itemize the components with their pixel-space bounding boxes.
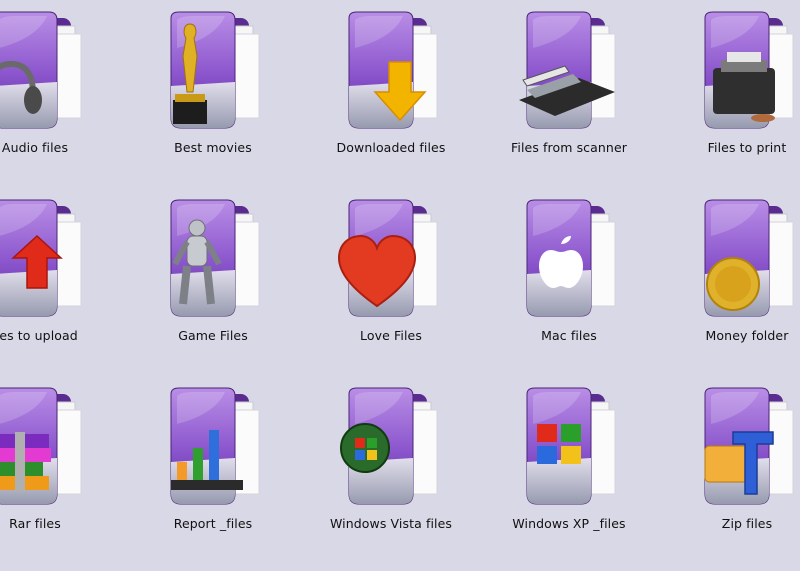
folder-icon	[331, 8, 451, 134]
folder-label: Game Files	[178, 328, 248, 343]
folder-rar-files[interactable]: Rar files	[0, 376, 124, 571]
folder-icon	[0, 8, 95, 134]
folder-icon	[153, 384, 273, 510]
folder-icon	[331, 196, 451, 322]
folder-zip-files[interactable]: Zip files	[658, 376, 800, 571]
folder-windows-vista-files[interactable]: Windows Vista files	[302, 376, 480, 571]
folder-icon	[509, 8, 629, 134]
folder-label: Love Files	[360, 328, 422, 343]
folder-label: Windows XP _files	[512, 516, 626, 531]
folder-icon	[687, 8, 800, 134]
folder-icon	[331, 384, 451, 510]
folder-windows-xp-files[interactable]: Windows XP _files	[480, 376, 658, 571]
folder-icon	[0, 196, 95, 322]
folder-label: Zip files	[721, 516, 773, 531]
folder-files-to-upload[interactable]: iles to upload	[0, 188, 124, 376]
folder-downloaded-files[interactable]: Downloaded files	[302, 0, 480, 188]
folder-icon	[509, 196, 629, 322]
folder-report-files[interactable]: Report _files	[124, 376, 302, 571]
folder-best-movies[interactable]: Best movies	[124, 0, 302, 188]
folder-money-folder[interactable]: Money folder	[658, 188, 800, 376]
folder-label: Money folder	[705, 328, 789, 343]
folder-label: Files to print	[707, 140, 787, 155]
folder-icon	[0, 384, 95, 510]
folder-mac-files[interactable]: Mac files	[480, 188, 658, 376]
folder-icon	[509, 384, 629, 510]
folder-label: iles to upload	[0, 328, 78, 343]
folder-icon	[687, 196, 800, 322]
folder-label: Rar files	[9, 516, 61, 531]
folder-files-from-scanner[interactable]: Files from scanner	[480, 0, 658, 188]
folder-icon	[153, 8, 273, 134]
folder-label: Files from scanner	[511, 140, 627, 155]
icon-grid: Audio files Best movies Downloaded files…	[0, 0, 794, 571]
folder-label: Audio files	[1, 140, 69, 155]
folder-icon	[153, 196, 273, 322]
folder-label: Best movies	[174, 140, 252, 155]
folder-label: Downloaded files	[336, 140, 446, 155]
folder-love-files[interactable]: Love Files	[302, 188, 480, 376]
folder-game-files[interactable]: Game Files	[124, 188, 302, 376]
folder-audio-files[interactable]: Audio files	[0, 0, 124, 188]
folder-label: Windows Vista files	[329, 516, 453, 531]
folder-label: Mac files	[541, 328, 597, 343]
folder-label: Report _files	[173, 516, 253, 531]
folder-files-to-print[interactable]: Files to print	[658, 0, 800, 188]
folder-icon	[687, 384, 800, 510]
